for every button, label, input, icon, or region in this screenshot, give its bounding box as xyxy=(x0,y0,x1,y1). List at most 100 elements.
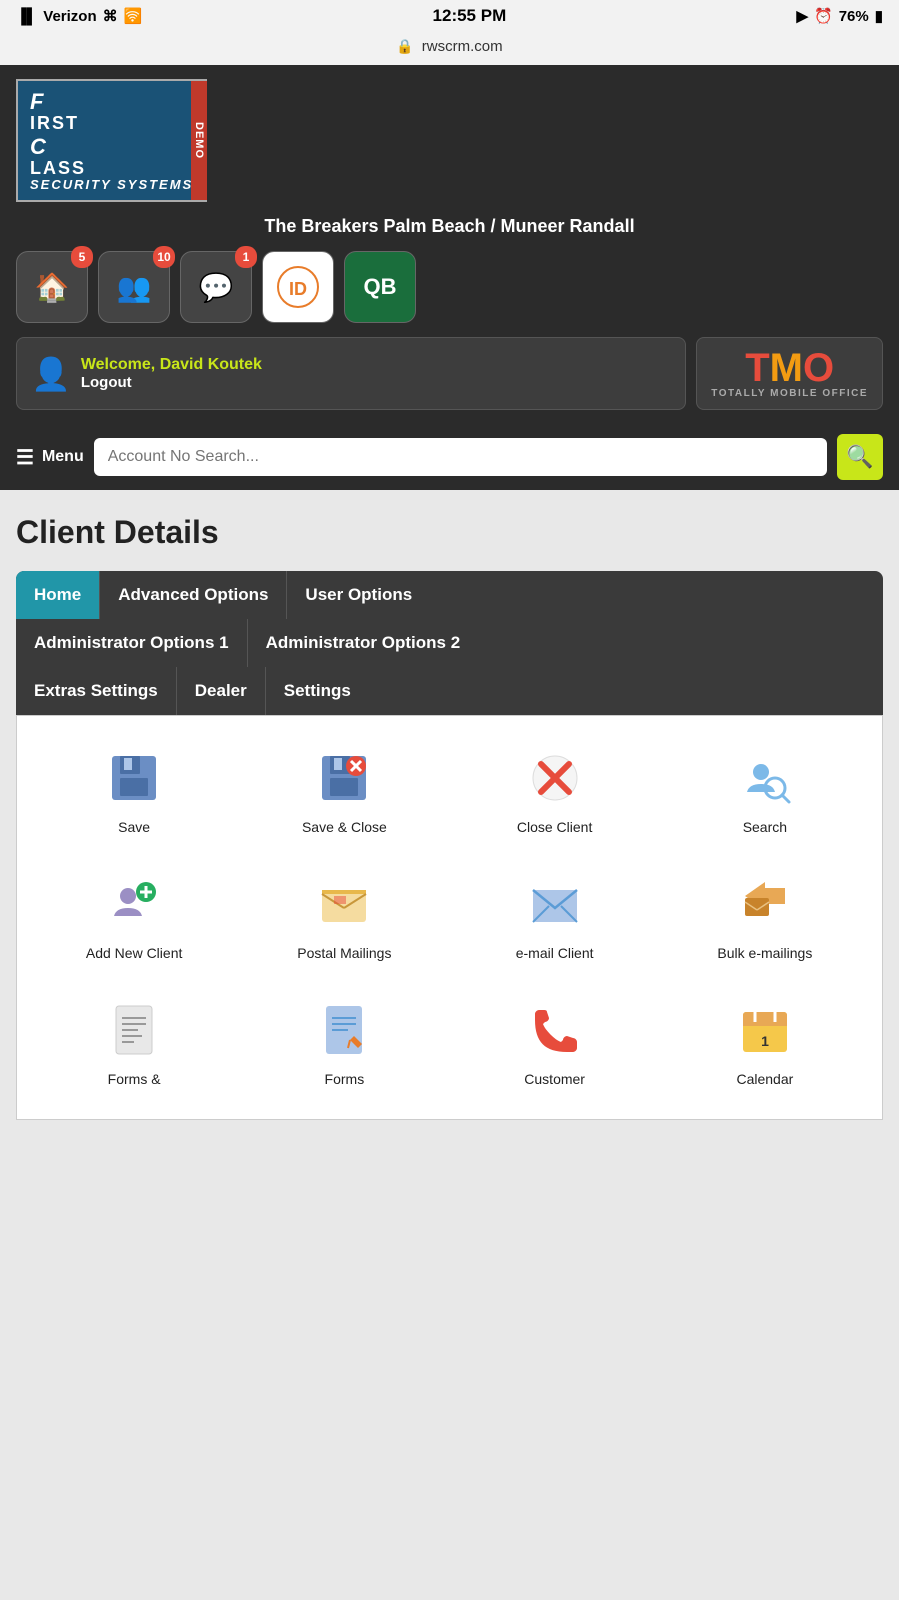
group-icon-btn[interactable]: 👥 10 xyxy=(98,251,170,323)
email-client-icon xyxy=(523,872,587,936)
email-client-item[interactable]: e-mail Client xyxy=(458,862,652,972)
postal-mailings-item[interactable]: Postal Mailings xyxy=(247,862,441,972)
chat-icon: 💬 xyxy=(199,271,234,304)
tmo-subtitle: TOTALLY MOBILE OFFICE xyxy=(711,388,868,399)
home-badge: 5 xyxy=(71,246,93,268)
logo-text: FIRSTCLASS SECURITY SYSTEMS xyxy=(30,89,193,192)
search-button[interactable]: 🔍 xyxy=(837,434,883,480)
postal-mailings-label: Postal Mailings xyxy=(297,944,391,962)
save-close-item[interactable]: Save & Close xyxy=(247,736,441,846)
hamburger-icon: ☰ xyxy=(16,445,34,470)
customer-item[interactable]: Customer xyxy=(458,988,652,1098)
qb-icon-btn[interactable]: QB xyxy=(344,251,416,323)
tab-extras-settings[interactable]: Extras Settings xyxy=(16,667,177,715)
bulk-emailings-label: Bulk e-mailings xyxy=(717,944,812,962)
tab-advanced-options[interactable]: Advanced Options xyxy=(100,571,287,619)
main-content: Client Details Home Advanced Options Use… xyxy=(0,490,899,1136)
tab-row-2: Administrator Options 1 Administrator Op… xyxy=(16,619,883,667)
chat-badge: 1 xyxy=(235,246,257,268)
tab-admin-options-1[interactable]: Administrator Options 1 xyxy=(16,619,248,667)
forms-and-icon xyxy=(102,998,166,1062)
tab-admin-options-2[interactable]: Administrator Options 2 xyxy=(248,619,479,667)
tmo-box[interactable]: TMO TOTALLY MOBILE OFFICE xyxy=(696,337,883,410)
wifi-icon: ⌘️ xyxy=(103,7,118,25)
user-avatar: 👤 xyxy=(31,355,71,393)
logo-box[interactable]: FIRSTCLASS SECURITY SYSTEMS DEMO xyxy=(16,79,207,202)
forms-and-label: Forms & xyxy=(108,1070,161,1088)
tab-home[interactable]: Home xyxy=(16,571,100,619)
wifi-symbol: 🛜 xyxy=(124,7,143,25)
status-left: ▐▌ Verizon ⌘️ 🛜 xyxy=(16,7,142,25)
id-icon: ID xyxy=(276,265,320,309)
add-new-client-icon xyxy=(102,872,166,936)
search-person-icon xyxy=(733,746,797,810)
tmo-text: TMO TOTALLY MOBILE OFFICE xyxy=(711,348,868,399)
account-search-input[interactable] xyxy=(94,438,827,476)
welcome-text: Welcome, David Koutek xyxy=(81,356,262,374)
tabs-container: Home Advanced Options User Options Admin… xyxy=(16,571,883,715)
company-name: The Breakers Palm Beach / Muneer Randall xyxy=(16,216,883,237)
home-icon-btn[interactable]: 🏠 5 xyxy=(16,251,88,323)
svg-text:1: 1 xyxy=(761,1033,769,1049)
email-client-label: e-mail Client xyxy=(516,944,594,962)
group-badge: 10 xyxy=(153,246,175,268)
signal-icon: ▐▌ xyxy=(16,8,37,25)
tab-user-options[interactable]: User Options xyxy=(287,571,430,619)
search-label: Search xyxy=(743,818,787,836)
forms-item[interactable]: Forms xyxy=(247,988,441,1098)
tab-settings[interactable]: Settings xyxy=(266,667,369,715)
battery-icon: ▮ xyxy=(875,7,883,25)
tab-row-3: Extras Settings Dealer Settings xyxy=(16,667,883,715)
status-time: 12:55 PM xyxy=(433,6,507,26)
calendar-item[interactable]: 1 Calendar xyxy=(668,988,862,1098)
forms-and-item[interactable]: Forms & xyxy=(37,988,231,1098)
group-icon: 👥 xyxy=(117,271,152,304)
user-tmo-row: 👤 Welcome, David Koutek Logout TMO TOTAL… xyxy=(16,337,883,410)
chat-icon-btn[interactable]: 💬 1 xyxy=(180,251,252,323)
status-right: ▶ ⏰ 76% ▮ xyxy=(796,7,883,25)
carrier-name: Verizon xyxy=(43,8,96,25)
save-icon xyxy=(102,746,166,810)
close-client-icon xyxy=(523,746,587,810)
status-bar: ▐▌ Verizon ⌘️ 🛜 12:55 PM ▶ ⏰ 76% ▮ xyxy=(0,0,899,32)
home-icon: 🏠 xyxy=(35,271,70,304)
tab-row-1: Home Advanced Options User Options xyxy=(16,571,883,619)
menu-label: Menu xyxy=(42,448,84,466)
bulk-emailings-item[interactable]: Bulk e-mailings xyxy=(668,862,862,972)
tab-dealer[interactable]: Dealer xyxy=(177,667,266,715)
add-new-client-item[interactable]: Add New Client xyxy=(37,862,231,972)
logo-area: FIRSTCLASS SECURITY SYSTEMS DEMO xyxy=(16,79,883,202)
tmo-m: M xyxy=(770,346,803,390)
user-info: Welcome, David Koutek Logout xyxy=(81,356,262,391)
bulk-emailings-icon xyxy=(733,872,797,936)
demo-badge: DEMO xyxy=(191,81,207,200)
battery-percent: 76% xyxy=(839,8,869,25)
page-title: Client Details xyxy=(16,514,883,551)
logout-button[interactable]: Logout xyxy=(81,374,262,391)
icon-row: 🏠 5 👥 10 💬 1 ID QB xyxy=(16,251,883,323)
tmo-logo: TMO xyxy=(711,348,868,388)
save-item[interactable]: Save xyxy=(37,736,231,846)
customer-phone-icon xyxy=(523,998,587,1062)
user-box[interactable]: 👤 Welcome, David Koutek Logout xyxy=(16,337,686,410)
add-new-client-label: Add New Client xyxy=(86,944,183,962)
calendar-icon: 1 xyxy=(733,998,797,1062)
tmo-t: T xyxy=(745,346,769,390)
icon-grid: Save Save & Close xyxy=(37,736,862,1099)
forms-label: Forms xyxy=(325,1070,365,1088)
alarm-icon: ⏰ xyxy=(814,7,833,25)
menu-bar: ☰ Menu 🔍 xyxy=(0,424,899,490)
lock-icon: 🔒 xyxy=(396,38,413,55)
menu-button[interactable]: ☰ Menu xyxy=(16,445,84,470)
url-text: rwscrm.com xyxy=(422,38,503,55)
tmo-o: O xyxy=(803,346,834,390)
close-client-label: Close Client xyxy=(517,818,592,836)
close-client-item[interactable]: Close Client xyxy=(458,736,652,846)
svg-text:ID: ID xyxy=(289,279,307,299)
id-icon-btn[interactable]: ID xyxy=(262,251,334,323)
search-item[interactable]: Search xyxy=(668,736,862,846)
qb-icon: QB xyxy=(364,274,397,300)
url-bar: 🔒 rwscrm.com xyxy=(0,32,899,65)
calendar-label: Calendar xyxy=(736,1070,793,1088)
logo-subtitle: SECURITY SYSTEMS xyxy=(30,177,193,192)
